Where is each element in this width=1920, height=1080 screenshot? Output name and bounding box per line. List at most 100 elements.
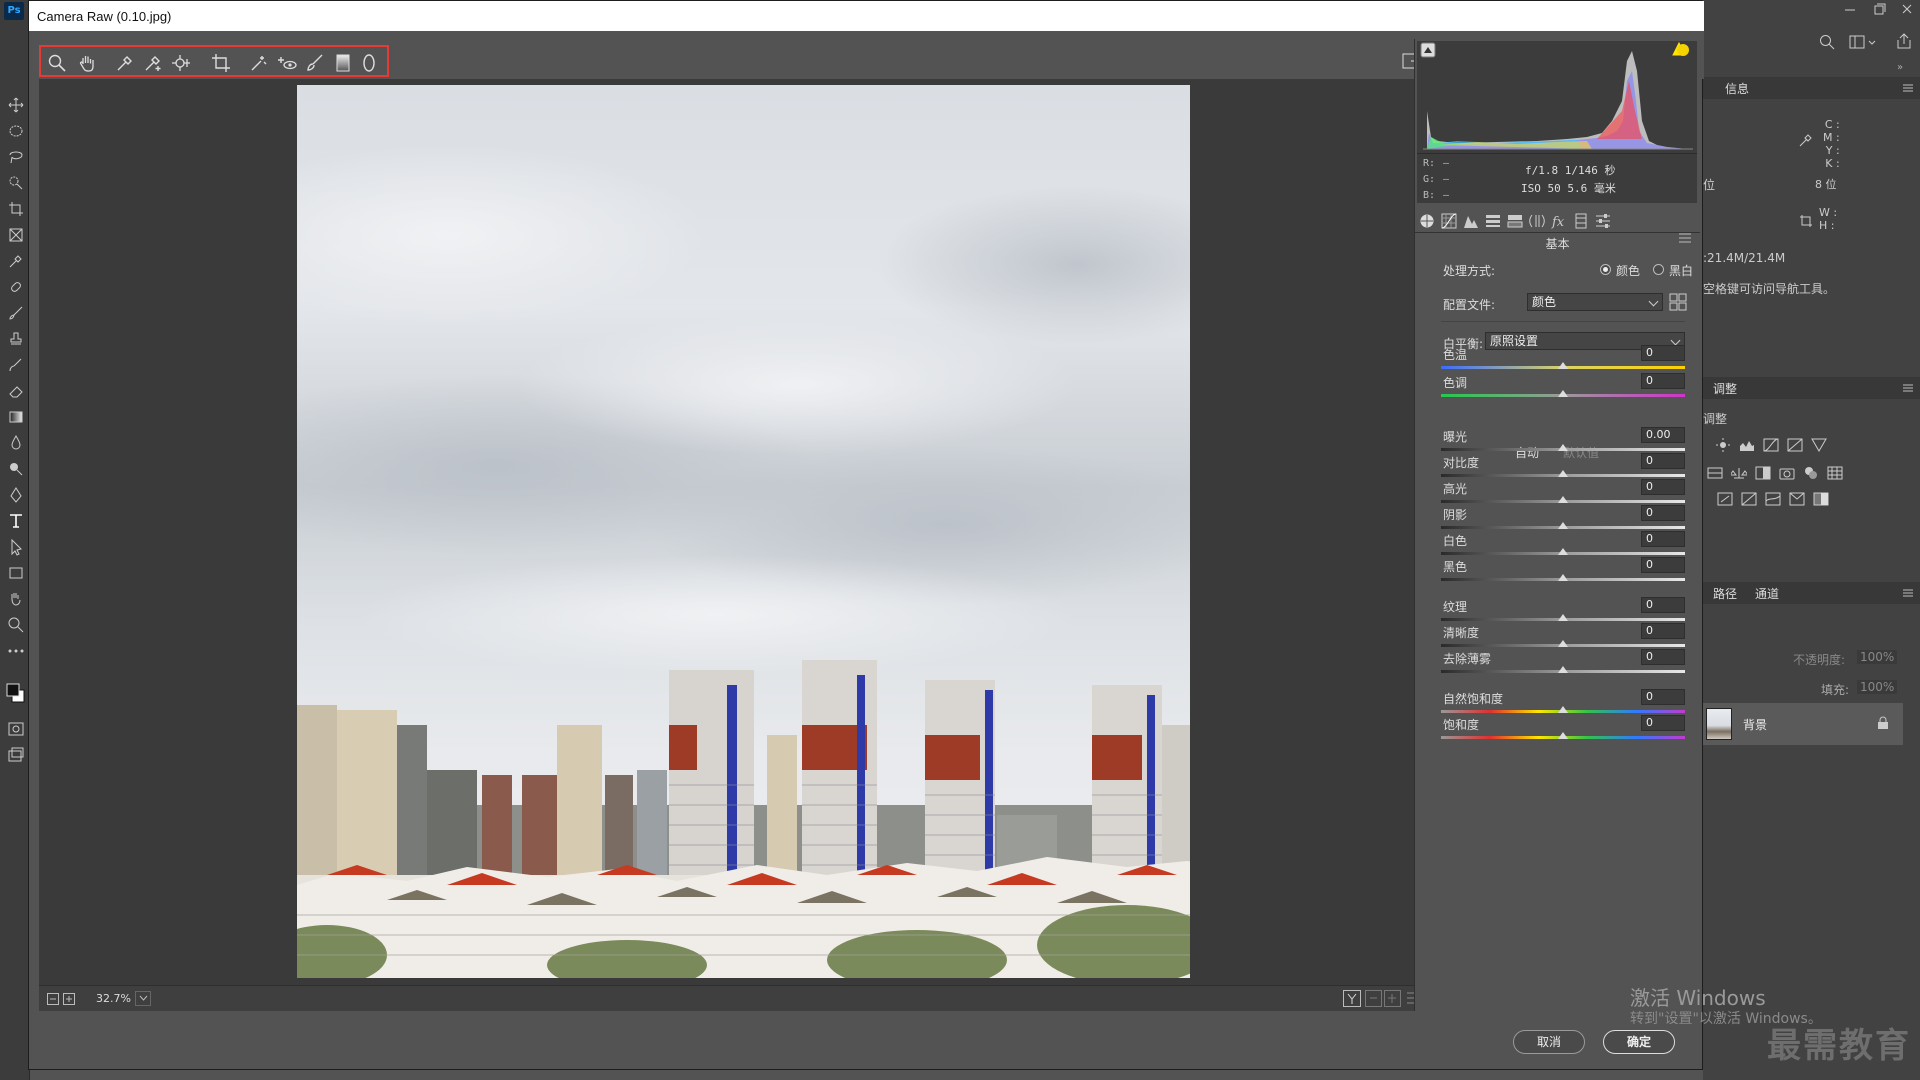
layer-row-background[interactable]: 背景 <box>1703 703 1903 745</box>
tone-curve-tab-icon[interactable] <box>1441 213 1457 229</box>
slider-thumb[interactable] <box>1558 470 1568 477</box>
healing-brush-tool-icon[interactable] <box>7 278 25 296</box>
tab-adjust[interactable]: 调整 <box>1713 380 1737 397</box>
history-brush-tool-icon[interactable] <box>7 356 25 374</box>
profile-browser-icon[interactable] <box>1669 293 1687 311</box>
ok-button[interactable]: 确定 <box>1603 1030 1675 1054</box>
threshold-icon[interactable] <box>1765 492 1781 506</box>
gradient-map-icon[interactable] <box>1813 492 1829 506</box>
path-select-tool-icon[interactable] <box>7 538 25 556</box>
zoom-icon[interactable] <box>47 53 67 73</box>
marquee-tool-icon[interactable] <box>7 122 25 140</box>
slider-value-field[interactable]: 0 <box>1641 715 1685 731</box>
slider-value-field[interactable]: 0 <box>1641 453 1685 469</box>
panel-menu-icon[interactable] <box>1903 588 1913 598</box>
share-icon[interactable] <box>1895 32 1913 50</box>
slider-thumb[interactable] <box>1558 548 1568 555</box>
screen-mode-icon[interactable] <box>7 746 25 764</box>
zoom-tool-icon[interactable] <box>7 616 25 634</box>
slider-thumb[interactable] <box>1558 640 1568 647</box>
slider-value-field[interactable]: 0 <box>1641 623 1685 639</box>
auto-link[interactable]: 自动 <box>1515 444 1539 461</box>
detail-tab-icon[interactable] <box>1463 213 1479 229</box>
levels-icon[interactable] <box>1739 438 1755 452</box>
channel-mixer-icon[interactable] <box>1803 466 1819 480</box>
before-after-toggle-icon[interactable] <box>1343 990 1361 1007</box>
move-tool-icon[interactable] <box>7 96 25 114</box>
frame-tool-icon[interactable] <box>7 226 25 244</box>
white-balance-icon[interactable] <box>115 53 135 73</box>
type-tool-icon[interactable] <box>7 512 25 530</box>
invert-icon[interactable] <box>1717 492 1733 506</box>
tab-paths[interactable]: 路径 <box>1713 585 1737 602</box>
targeted-adjustment-icon[interactable] <box>171 53 191 73</box>
slider-thumb[interactable] <box>1558 362 1568 369</box>
eyedropper-tool-icon[interactable] <box>7 252 25 270</box>
crop-tool-icon[interactable] <box>7 200 25 218</box>
fill-field[interactable]: 100% <box>1857 680 1898 694</box>
slider-value-field[interactable]: 0 <box>1641 649 1685 665</box>
slider-thumb[interactable] <box>1558 732 1568 739</box>
red-eye-icon[interactable] <box>277 53 297 73</box>
dodge-tool-icon[interactable] <box>7 460 25 478</box>
radio-bw[interactable] <box>1653 264 1664 275</box>
slider-value-field[interactable]: 0 <box>1641 597 1685 613</box>
slider-thumb[interactable] <box>1558 522 1568 529</box>
preview-image[interactable] <box>297 85 1190 978</box>
cancel-button[interactable]: 取消 <box>1513 1030 1585 1054</box>
adjustment-brush-icon[interactable] <box>305 53 325 73</box>
zoom-out-icon[interactable] <box>47 993 59 1005</box>
panel-menu-icon[interactable] <box>1903 83 1913 93</box>
zoom-in-icon[interactable] <box>63 993 75 1005</box>
effects-tab-icon[interactable]: fx <box>1551 213 1567 229</box>
spot-removal-icon[interactable] <box>249 53 269 73</box>
swap-settings-icon[interactable] <box>1365 990 1401 1007</box>
crop-icon[interactable] <box>211 53 231 73</box>
radio-color[interactable] <box>1600 264 1611 275</box>
black-white-icon[interactable] <box>1755 466 1771 480</box>
blur-tool-icon[interactable] <box>7 434 25 452</box>
split-toning-tab-icon[interactable] <box>1507 213 1523 229</box>
rectangle-tool-icon[interactable] <box>7 564 25 582</box>
presets-tab-icon[interactable] <box>1595 213 1611 229</box>
color-lookup-icon[interactable] <box>1827 466 1843 480</box>
graduated-filter-icon[interactable] <box>333 53 353 73</box>
exposure-icon[interactable] <box>1787 438 1803 452</box>
slider-thumb[interactable] <box>1558 390 1568 397</box>
slider-thumb[interactable] <box>1558 444 1568 451</box>
quick-mask-icon[interactable] <box>7 720 25 738</box>
calibration-tab-icon[interactable] <box>1573 213 1589 229</box>
slider-value-field[interactable]: 0 <box>1641 345 1685 361</box>
quick-select-tool-icon[interactable] <box>7 174 25 192</box>
panel-menu-icon[interactable] <box>1903 383 1913 393</box>
more-tools-icon[interactable] <box>7 642 25 660</box>
stamp-tool-icon[interactable] <box>7 330 25 348</box>
photo-filter-icon[interactable] <box>1779 466 1795 480</box>
slider-thumb[interactable] <box>1558 706 1568 713</box>
slider-value-field[interactable]: 0 <box>1641 689 1685 705</box>
slider-thumb[interactable] <box>1558 574 1568 581</box>
lens-corrections-tab-icon[interactable] <box>1529 213 1545 229</box>
profile-dropdown[interactable]: 颜色 <box>1527 293 1663 311</box>
color-sampler-icon[interactable] <box>143 53 163 73</box>
color-balance-icon[interactable] <box>1731 466 1747 480</box>
selective-color-icon[interactable] <box>1789 492 1805 506</box>
slider-value-field[interactable]: 0 <box>1641 373 1685 389</box>
slider-thumb[interactable] <box>1558 666 1568 673</box>
slider-value-field[interactable]: 0.00 <box>1641 427 1685 443</box>
search-icon[interactable] <box>1819 34 1835 50</box>
gradient-tool-icon[interactable] <box>7 408 25 426</box>
default-link[interactable]: 默认值 <box>1563 444 1599 461</box>
workspace-icon[interactable] <box>1849 34 1877 50</box>
slider-value-field[interactable]: 0 <box>1641 505 1685 521</box>
hue-sat-icon[interactable] <box>1707 466 1723 480</box>
posterize-icon[interactable] <box>1741 492 1757 506</box>
slider-thumb[interactable] <box>1558 496 1568 503</box>
slider-value-field[interactable]: 0 <box>1641 531 1685 547</box>
slider-value-field[interactable]: 0 <box>1641 557 1685 573</box>
basic-tab-icon[interactable] <box>1419 213 1435 229</box>
brush-tool-icon[interactable] <box>7 304 25 322</box>
slider-thumb[interactable] <box>1558 614 1568 621</box>
collapse-panels-icon[interactable]: » <box>1897 62 1903 73</box>
radial-filter-icon[interactable] <box>359 53 379 73</box>
